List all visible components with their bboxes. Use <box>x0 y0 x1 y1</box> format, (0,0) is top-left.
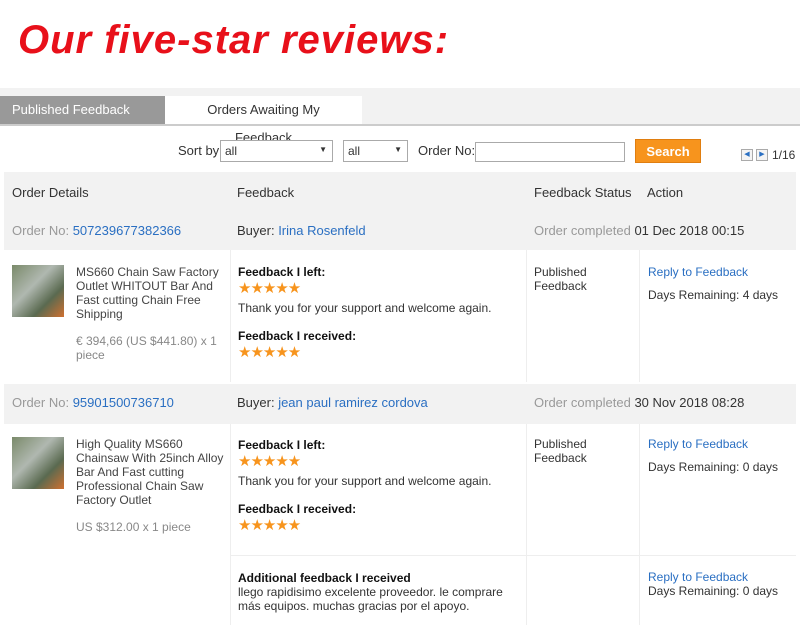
tab-bar: Published Feedback (153) Orders Awaiting… <box>0 88 800 145</box>
buyer-link[interactable]: Irina Rosenfeld <box>278 223 365 238</box>
product-price: US $312.00 x 1 piece <box>76 520 191 534</box>
col-order-details: Order Details <box>12 185 89 200</box>
order-no-input[interactable] <box>475 142 625 162</box>
feedback-received-label: Feedback I received: <box>238 502 357 516</box>
sort-select-1[interactable]: all ▼ <box>220 140 333 162</box>
sort-select-2[interactable]: all ▼ <box>343 140 408 162</box>
product-title[interactable]: High Quality MS660 Chainsaw With 25inch … <box>76 437 226 507</box>
buyer-link[interactable]: jean paul ramirez cordova <box>278 395 428 410</box>
chevron-down-icon: ▼ <box>394 145 402 154</box>
order-no-link[interactable]: 95901500736710 <box>73 395 174 410</box>
col-action: Action <box>647 185 684 200</box>
page-indicator: 1/16 <box>772 148 796 162</box>
feedback-left-label: Feedback I left: <box>238 265 326 279</box>
feedback-status: Published Feedback <box>534 265 587 293</box>
star-rating-received: ★★★★★ <box>238 517 301 534</box>
additional-feedback-label: Additional feedback I received <box>238 571 411 585</box>
order-no-label: Order No: <box>418 143 476 158</box>
buyer-label: Buyer: <box>237 395 279 410</box>
days-remaining: Days Remaining: 0 days <box>648 460 779 474</box>
completed-label: Order completed <box>534 395 635 410</box>
order-row: Order No: 95901500736710 Buyer: jean pau… <box>4 384 796 424</box>
product-price: € 394,66 (US $441.80) x 1 piece <box>76 334 217 362</box>
prev-page-icon[interactable]: ◀ <box>741 149 753 161</box>
product-thumbnail[interactable] <box>12 265 64 317</box>
next-page-icon[interactable]: ▶ <box>756 149 768 161</box>
feedback-left-text: Thank you for your support and welcome a… <box>238 474 492 488</box>
reply-to-additional-feedback-link[interactable]: Reply to Feedback <box>648 570 748 584</box>
tab-orders-awaiting[interactable]: Orders Awaiting My Feedback <box>165 96 362 145</box>
order-no-label: Order No: <box>12 395 73 410</box>
feedback-left-label: Feedback I left: <box>238 438 326 452</box>
star-rating-left: ★★★★★ <box>238 453 301 470</box>
sort-label: Sort by <box>178 143 220 158</box>
completed-label: Order completed <box>534 223 635 238</box>
filter-bar: Sort by all ▼ all ▼ Order No: Search ◀ ▶ 1… <box>0 139 800 165</box>
completed-date: 30 Nov 2018 08:28 <box>634 395 745 410</box>
sort-select-1-value: all <box>225 144 238 158</box>
order-no-link[interactable]: 507239677382366 <box>73 223 181 238</box>
product-title[interactable]: MS660 Chain Saw Factory Outlet WHITOUT B… <box>76 265 226 321</box>
feedback-received-label: Feedback I received: <box>238 329 357 343</box>
banner-title: Our five-star reviews: <box>18 18 450 62</box>
chevron-down-icon: ▼ <box>319 145 327 154</box>
col-feedback: Feedback <box>237 185 295 200</box>
feedback-status: Published Feedback <box>534 437 587 465</box>
order-row: Order No: 507239677382366 Buyer: Irina R… <box>4 212 796 250</box>
reply-to-feedback-link[interactable]: Reply to Feedback <box>648 437 748 451</box>
search-button[interactable]: Search <box>635 139 701 163</box>
col-feedback-status: Feedback Status <box>534 185 632 200</box>
sort-select-2-value: all <box>348 144 361 158</box>
completed-date: 01 Dec 2018 00:15 <box>634 223 745 238</box>
star-rating-received: ★★★★★ <box>238 344 301 361</box>
table-header: Order Details Feedback Feedback Status A… <box>4 172 796 212</box>
reply-to-feedback-link[interactable]: Reply to Feedback <box>648 265 748 279</box>
buyer-label: Buyer: <box>237 223 279 238</box>
feedback-left-text: Thank you for your support and welcome a… <box>238 301 492 315</box>
star-rating-left: ★★★★★ <box>238 280 301 297</box>
order-no-label: Order No: <box>12 223 73 238</box>
additional-feedback-text: llego rapidisimo excelente proveedor. le… <box>238 585 503 613</box>
days-remaining: Days Remaining: 4 days <box>648 288 779 302</box>
additional-days-remaining: Days Remaining: 0 days <box>648 584 779 598</box>
product-thumbnail[interactable] <box>12 437 64 489</box>
tab-published-feedback[interactable]: Published Feedback (153) <box>0 96 165 145</box>
